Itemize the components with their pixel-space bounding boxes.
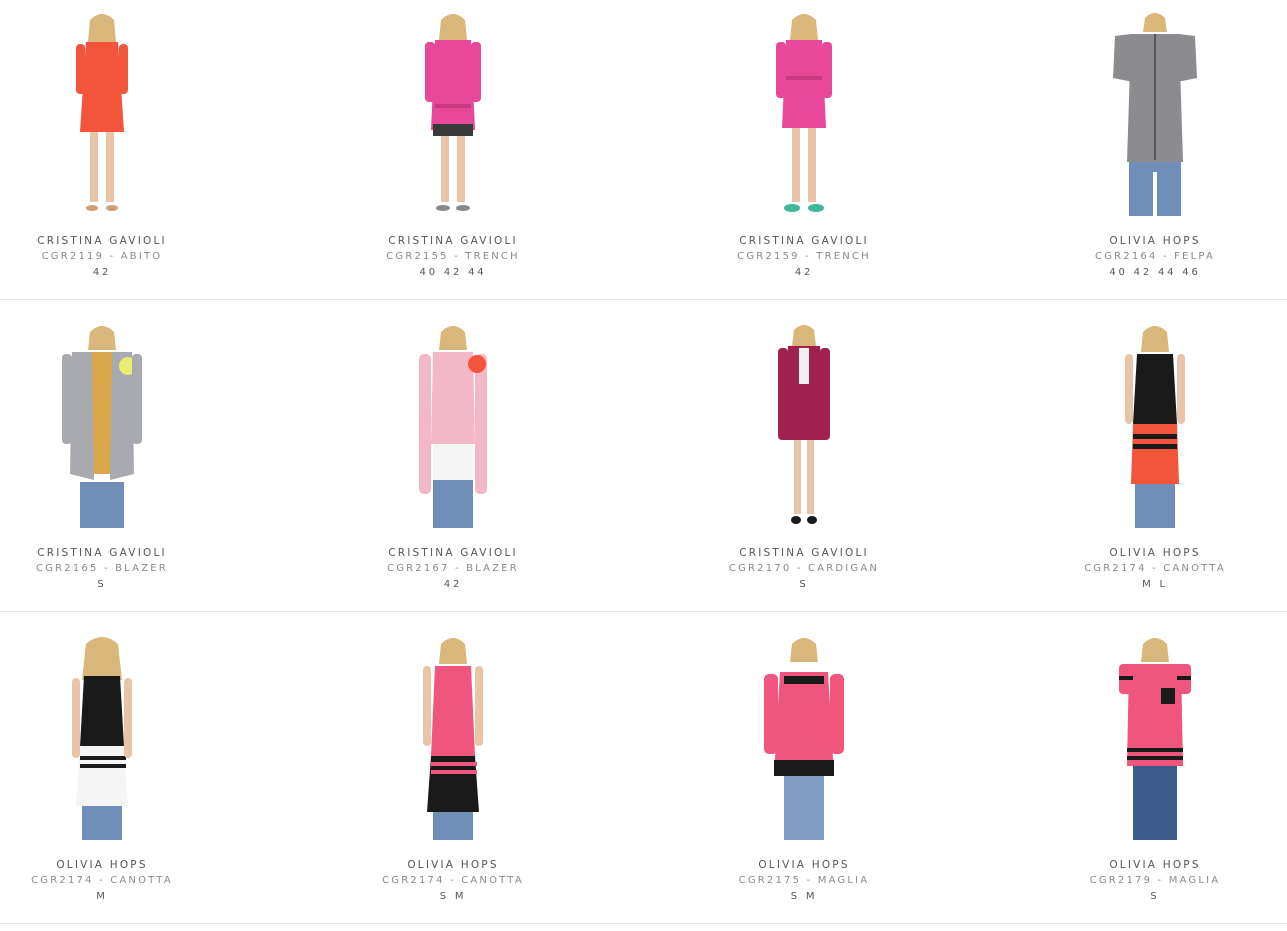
product-sizes: 40 42 44	[419, 267, 487, 278]
product-photo[interactable]	[42, 324, 162, 528]
product-code: CGR2119 - ABITO	[41, 251, 163, 262]
product-sizes: S	[1150, 891, 1160, 902]
product-sizes: M L	[1142, 579, 1168, 590]
product-card[interactable]: OLIVIA HOPS CGR2174 - CANOTTA M	[0, 636, 227, 905]
product-card[interactable]: OLIVIA HOPS CGR2174 - CANOTTA S M	[328, 636, 578, 905]
product-brand: CRISTINA GAVIOLI	[388, 235, 518, 247]
product-card[interactable]: CRISTINA GAVIOLI CGR2170 - CARDIGAN S	[679, 324, 929, 593]
product-code: CGR2159 - TRENCH	[737, 251, 871, 262]
product-sizes: S M	[439, 891, 467, 902]
product-row: CRISTINA GAVIOLI CGR2165 - BLAZER S CRIS…	[0, 300, 1287, 612]
product-photo[interactable]	[744, 324, 864, 528]
product-brand: OLIVIA HOPS	[1109, 235, 1201, 247]
product-code: CGR2174 - CANOTTA	[31, 875, 173, 886]
product-code: CGR2165 - BLAZER	[36, 563, 168, 574]
product-card[interactable]: CRISTINA GAVIOLI CGR2119 - ABITO 42	[0, 12, 227, 281]
product-brand: CRISTINA GAVIOLI	[37, 235, 167, 247]
product-card[interactable]: CRISTINA GAVIOLI CGR2159 - TRENCH 42	[679, 12, 929, 281]
product-sizes: 42	[794, 267, 814, 278]
product-photo[interactable]	[42, 12, 162, 216]
product-brand: CRISTINA GAVIOLI	[388, 547, 518, 559]
product-row: OLIVIA HOPS CGR2174 - CANOTTA M OLIVIA H	[0, 612, 1287, 924]
product-brand: OLIVIA HOPS	[407, 859, 499, 871]
product-sizes: S M	[790, 891, 818, 902]
product-card[interactable]: OLIVIA HOPS CGR2174 - CANOTTA M L	[1030, 324, 1280, 593]
product-code: CGR2167 - BLAZER	[387, 563, 519, 574]
product-brand: OLIVIA HOPS	[56, 859, 148, 871]
product-code: CGR2155 - TRENCH	[386, 251, 520, 262]
product-sizes: M	[96, 891, 108, 902]
product-card[interactable]: OLIVIA HOPS CGR2179 - MAGLIA S	[1030, 636, 1280, 905]
product-card[interactable]: OLIVIA HOPS CGR2175 - MAGLIA S M	[679, 636, 929, 905]
product-photo[interactable]	[1095, 636, 1215, 840]
product-brand: OLIVIA HOPS	[758, 859, 850, 871]
product-photo[interactable]	[1095, 12, 1215, 216]
product-photo[interactable]	[393, 636, 513, 840]
product-sizes: S	[97, 579, 107, 590]
product-photo[interactable]	[42, 636, 162, 840]
product-photo[interactable]	[1095, 324, 1215, 528]
product-grid: CRISTINA GAVIOLI CGR2119 - ABITO 42 CRIS…	[0, 0, 1287, 924]
product-sizes: S	[799, 579, 809, 590]
product-brand: OLIVIA HOPS	[1109, 547, 1201, 559]
product-code: CGR2170 - CARDIGAN	[728, 563, 880, 574]
product-photo[interactable]	[744, 12, 864, 216]
product-sizes: 42	[92, 267, 112, 278]
product-card[interactable]: CRISTINA GAVIOLI CGR2167 - BLAZER 42	[328, 324, 578, 593]
product-card[interactable]: OLIVIA HOPS CGR2164 - FELPA 40 42 44 46	[1030, 12, 1280, 281]
product-code: CGR2174 - CANOTTA	[382, 875, 524, 886]
product-brand: CRISTINA GAVIOLI	[739, 235, 869, 247]
product-card[interactable]: CRISTINA GAVIOLI CGR2155 - TRENCH 40 42 …	[328, 12, 578, 281]
product-sizes: 40 42 44 46	[1109, 267, 1201, 278]
product-card[interactable]: CRISTINA GAVIOLI CGR2165 - BLAZER S	[0, 324, 227, 593]
product-photo[interactable]	[393, 12, 513, 216]
product-code: CGR2179 - MAGLIA	[1089, 875, 1221, 886]
product-code: CGR2164 - FELPA	[1095, 251, 1215, 262]
product-sizes: 42	[443, 579, 463, 590]
product-brand: CRISTINA GAVIOLI	[739, 547, 869, 559]
product-photo[interactable]	[393, 324, 513, 528]
product-brand: OLIVIA HOPS	[1109, 859, 1201, 871]
product-photo[interactable]	[744, 636, 864, 840]
product-code: CGR2175 - MAGLIA	[738, 875, 870, 886]
product-brand: CRISTINA GAVIOLI	[37, 547, 167, 559]
product-row: CRISTINA GAVIOLI CGR2119 - ABITO 42 CRIS…	[0, 0, 1287, 300]
product-code: CGR2174 - CANOTTA	[1084, 563, 1226, 574]
